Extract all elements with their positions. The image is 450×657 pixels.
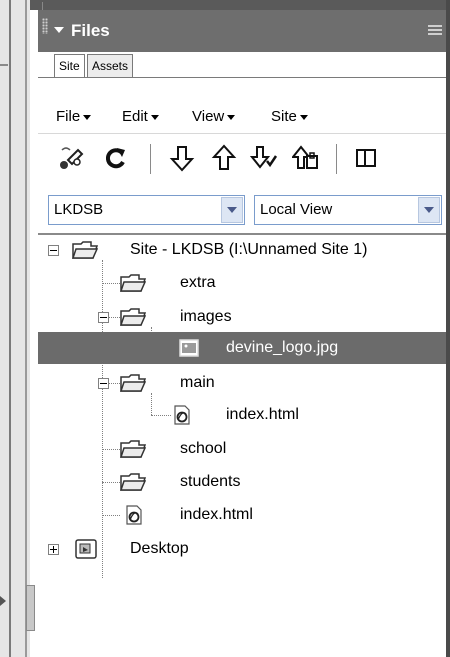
tree-node-site-root[interactable]: Site - LKDSB (I:\Unnamed Site 1) — [38, 234, 446, 266]
check-out-icon[interactable] — [249, 144, 278, 172]
files-toolbar — [38, 133, 446, 186]
refresh-icon[interactable] — [102, 144, 130, 172]
panel-collapse-caret-icon[interactable] — [54, 27, 64, 33]
desktop-icon — [75, 539, 97, 559]
chevron-down-icon[interactable] — [418, 197, 440, 223]
check-in-icon[interactable] — [290, 144, 320, 172]
site-select[interactable]: LKDSB — [48, 195, 245, 225]
tab-site[interactable]: Site — [54, 54, 85, 78]
folder-icon — [120, 274, 146, 292]
tree-node-students[interactable]: students — [38, 466, 446, 498]
panel-gripper-icon[interactable] — [42, 18, 48, 34]
chevron-down-icon[interactable] — [221, 197, 243, 223]
panel-options-icon[interactable] — [428, 25, 442, 35]
menu-bar: File Edit View Site — [38, 78, 446, 133]
html-file-icon — [126, 505, 142, 525]
tree-node-extra[interactable]: extra — [38, 267, 446, 299]
menu-edit[interactable]: Edit — [122, 108, 159, 125]
tree-node-desktop[interactable]: Desktop — [38, 533, 446, 565]
html-file-icon — [174, 405, 190, 425]
tree-label-images: images — [180, 308, 232, 325]
menu-file[interactable]: File — [56, 108, 92, 125]
view-select-value: Local View — [260, 201, 333, 218]
folder-open-icon — [120, 308, 146, 326]
tree-label-school: school — [180, 440, 227, 457]
left-dock-chrome — [0, 0, 35, 657]
tree-label-devine-logo: devine_logo.jpg — [226, 339, 339, 356]
panel-title-bar[interactable]: Files — [38, 10, 446, 52]
tree-label-site-root: Site - LKDSB (I:\Unnamed Site 1) — [130, 241, 368, 258]
chevron-down-icon — [299, 114, 308, 120]
view-select[interactable]: Local View — [254, 195, 442, 225]
connect-icon[interactable] — [58, 144, 86, 172]
folder-icon — [120, 473, 146, 491]
tree-label-main-index: index.html — [226, 406, 299, 423]
expand-icon[interactable] — [352, 144, 380, 172]
file-tree: Site - LKDSB (I:\Unnamed Site 1) extra i… — [38, 235, 446, 657]
panel-title: Files — [71, 21, 110, 40]
chevron-down-icon — [150, 114, 159, 120]
tab-assets[interactable]: Assets — [87, 54, 134, 78]
tree-label-root-index: index.html — [180, 506, 253, 523]
tree-label-extra: extra — [180, 274, 216, 291]
collapse-toggle-icon[interactable] — [48, 245, 59, 256]
chevron-down-icon — [83, 114, 92, 120]
tree-node-main[interactable]: main — [38, 367, 446, 399]
tree-label-desktop: Desktop — [130, 540, 189, 557]
top-strip — [30, 0, 446, 10]
splitter-grip[interactable] — [26, 585, 35, 631]
site-select-value: LKDSB — [54, 201, 104, 218]
chevron-down-icon — [227, 114, 236, 120]
expand-toggle-icon[interactable] — [48, 544, 59, 555]
tree-node-devine-logo[interactable]: devine_logo.jpg — [38, 332, 446, 364]
files-panel: Files Site Assets File Edit View Site LK… — [38, 10, 446, 657]
folder-open-icon — [72, 241, 98, 259]
tree-node-school[interactable]: school — [38, 433, 446, 465]
folder-open-icon — [120, 374, 146, 392]
dock-edge — [9, 0, 11, 657]
panel-splitter[interactable] — [25, 0, 27, 657]
collapse-toggle-icon[interactable] — [98, 378, 109, 389]
get-files-icon[interactable] — [168, 144, 196, 172]
tree-label-students: students — [180, 473, 241, 490]
tree-node-images[interactable]: images — [38, 301, 446, 333]
collapse-arrow-icon[interactable] — [0, 596, 6, 606]
collapse-toggle-icon[interactable] — [98, 312, 109, 323]
tree-node-root-index[interactable]: index.html — [38, 499, 446, 531]
dock-notch — [0, 64, 8, 66]
right-edge — [446, 0, 450, 657]
menu-view[interactable]: View — [192, 108, 236, 125]
site-select-row: LKDSB Local View — [38, 185, 446, 233]
image-file-icon — [179, 339, 199, 357]
tree-node-main-index[interactable]: index.html — [38, 399, 446, 431]
menu-site[interactable]: Site — [271, 108, 308, 125]
tree-label-main: main — [180, 374, 215, 391]
put-files-icon[interactable] — [210, 144, 238, 172]
folder-icon — [120, 440, 146, 458]
